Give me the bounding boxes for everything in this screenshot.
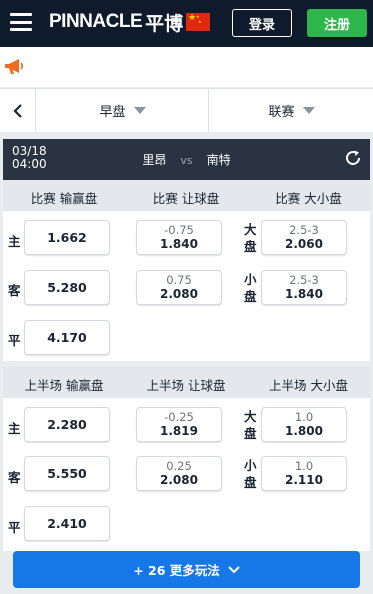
caret-down-icon — [302, 107, 315, 114]
totals-odds-button[interactable]: 2.5-3 2.060 — [261, 220, 347, 255]
home-label: 主 — [8, 421, 21, 436]
header-handicap: 上半场 让球盘 — [146, 378, 226, 393]
full-time-section: 比赛 输赢盘 比赛 让球盘 比赛 大小盘 主 1.662 客 5.280 平 4… — [3, 180, 370, 361]
handicap-line: -0.75 — [164, 223, 194, 237]
handicap-odds-button[interactable]: 0.25 2.080 — [136, 456, 222, 491]
odds-button[interactable]: 2.280 — [24, 407, 110, 442]
odds-button[interactable]: 2.410 — [24, 506, 110, 541]
odds-price: 1.800 — [285, 424, 323, 438]
draw-label: 平 — [8, 520, 21, 535]
draw-label: 平 — [8, 333, 21, 348]
pinnacle-logo[interactable]: PINNACLE 平博 — [49, 11, 184, 35]
first-half-section: 上半场 输赢盘 上半场 让球盘 上半场 大小盘 主 2.280 客 5.550 … — [3, 367, 370, 551]
totals-line: 1.0 — [294, 459, 314, 473]
odds-price: 2.080 — [160, 287, 198, 301]
back-button[interactable] — [0, 89, 36, 132]
filter-bar: 早盘 联赛 — [0, 88, 373, 132]
logo-text: PINNACLE — [49, 11, 143, 32]
totals-line: 1.0 — [294, 410, 314, 424]
header-moneyline: 上半场 输赢盘 — [24, 378, 104, 393]
header-totals: 上半场 大小盘 — [269, 378, 348, 393]
odds-price: 1.662 — [47, 229, 87, 245]
chevron-down-icon — [228, 565, 240, 573]
top-header: PINNACLE 平博 ★ ★ ★ 登录 注册 — [0, 0, 373, 47]
match-teams: 里昂 vs 南特 — [3, 151, 370, 168]
handicap-line: 0.75 — [166, 273, 192, 287]
handicap-line: -0.25 — [164, 410, 194, 424]
chevron-left-icon — [12, 103, 22, 118]
home-label: 主 — [8, 234, 21, 249]
odds-price: 4.170 — [47, 329, 87, 345]
megaphone-icon[interactable] — [4, 58, 24, 76]
market-dropdown-label: 早盘 — [99, 105, 126, 120]
odds-price: 2.080 — [160, 473, 198, 487]
handicap-odds-button[interactable]: -0.25 1.819 — [136, 407, 222, 442]
full-time-headers: 比赛 输赢盘 比赛 让球盘 比赛 大小盘 — [3, 180, 370, 211]
odds-price: 1.840 — [160, 237, 198, 251]
odds-price: 1.840 — [285, 287, 323, 301]
totals-odds-button[interactable]: 1.0 2.110 — [261, 456, 347, 491]
odds-price: 1.819 — [160, 424, 198, 438]
totals-line: 2.5-3 — [289, 223, 319, 237]
china-flag-icon[interactable]: ★ ★ ★ — [186, 13, 210, 31]
league-dropdown-label: 联赛 — [268, 105, 295, 120]
over-label: 大盘 — [244, 222, 257, 254]
odds-button[interactable]: 4.170 — [24, 320, 110, 355]
under-label: 小盘 — [244, 458, 257, 490]
vs-label: vs — [180, 154, 193, 167]
odds-button[interactable]: 5.280 — [24, 270, 110, 305]
away-label: 客 — [8, 283, 21, 298]
header-moneyline: 比赛 输赢盘 — [30, 191, 98, 206]
odds-price: 5.280 — [47, 279, 87, 295]
header-handicap: 比赛 让球盘 — [152, 191, 220, 206]
odds-price: 2.410 — [47, 515, 87, 531]
caret-down-icon — [133, 107, 146, 114]
logo-cn-text: 平博 — [145, 12, 184, 35]
odds-button[interactable]: 5.550 — [24, 456, 110, 491]
handicap-odds-button[interactable]: 0.75 2.080 — [136, 270, 222, 305]
home-team: 里昂 — [142, 153, 167, 167]
away-label: 客 — [8, 470, 21, 485]
league-dropdown[interactable]: 联赛 — [210, 89, 373, 132]
away-team: 南特 — [206, 153, 231, 167]
odds-price: 2.110 — [285, 473, 323, 487]
under-label: 小盘 — [244, 272, 257, 304]
totals-line: 2.5-3 — [289, 273, 319, 287]
totals-odds-button[interactable]: 2.5-3 1.840 — [261, 270, 347, 305]
more-bets-label: + 26 更多玩法 — [133, 563, 220, 578]
register-button[interactable]: 注册 — [307, 9, 367, 37]
menu-icon[interactable] — [10, 13, 32, 31]
login-button[interactable]: 登录 — [232, 9, 292, 37]
refresh-icon[interactable] — [344, 149, 362, 167]
match-header: 03/18 04:00 里昂 vs 南特 — [3, 139, 370, 180]
totals-odds-button[interactable]: 1.0 1.800 — [261, 407, 347, 442]
odds-price: 5.550 — [47, 465, 87, 481]
handicap-line: 0.25 — [166, 459, 192, 473]
market-dropdown[interactable]: 早盘 — [37, 89, 209, 132]
over-label: 大盘 — [244, 409, 257, 441]
odds-price: 2.280 — [47, 416, 87, 432]
first-half-headers: 上半场 输赢盘 上半场 让球盘 上半场 大小盘 — [3, 367, 370, 398]
odds-button[interactable]: 1.662 — [24, 220, 110, 255]
odds-price: 2.060 — [285, 237, 323, 251]
header-totals: 比赛 大小盘 — [275, 191, 342, 206]
handicap-odds-button[interactable]: -0.75 1.840 — [136, 220, 222, 255]
announcement-bar — [0, 47, 373, 87]
more-bets-button[interactable]: + 26 更多玩法 — [13, 551, 360, 588]
